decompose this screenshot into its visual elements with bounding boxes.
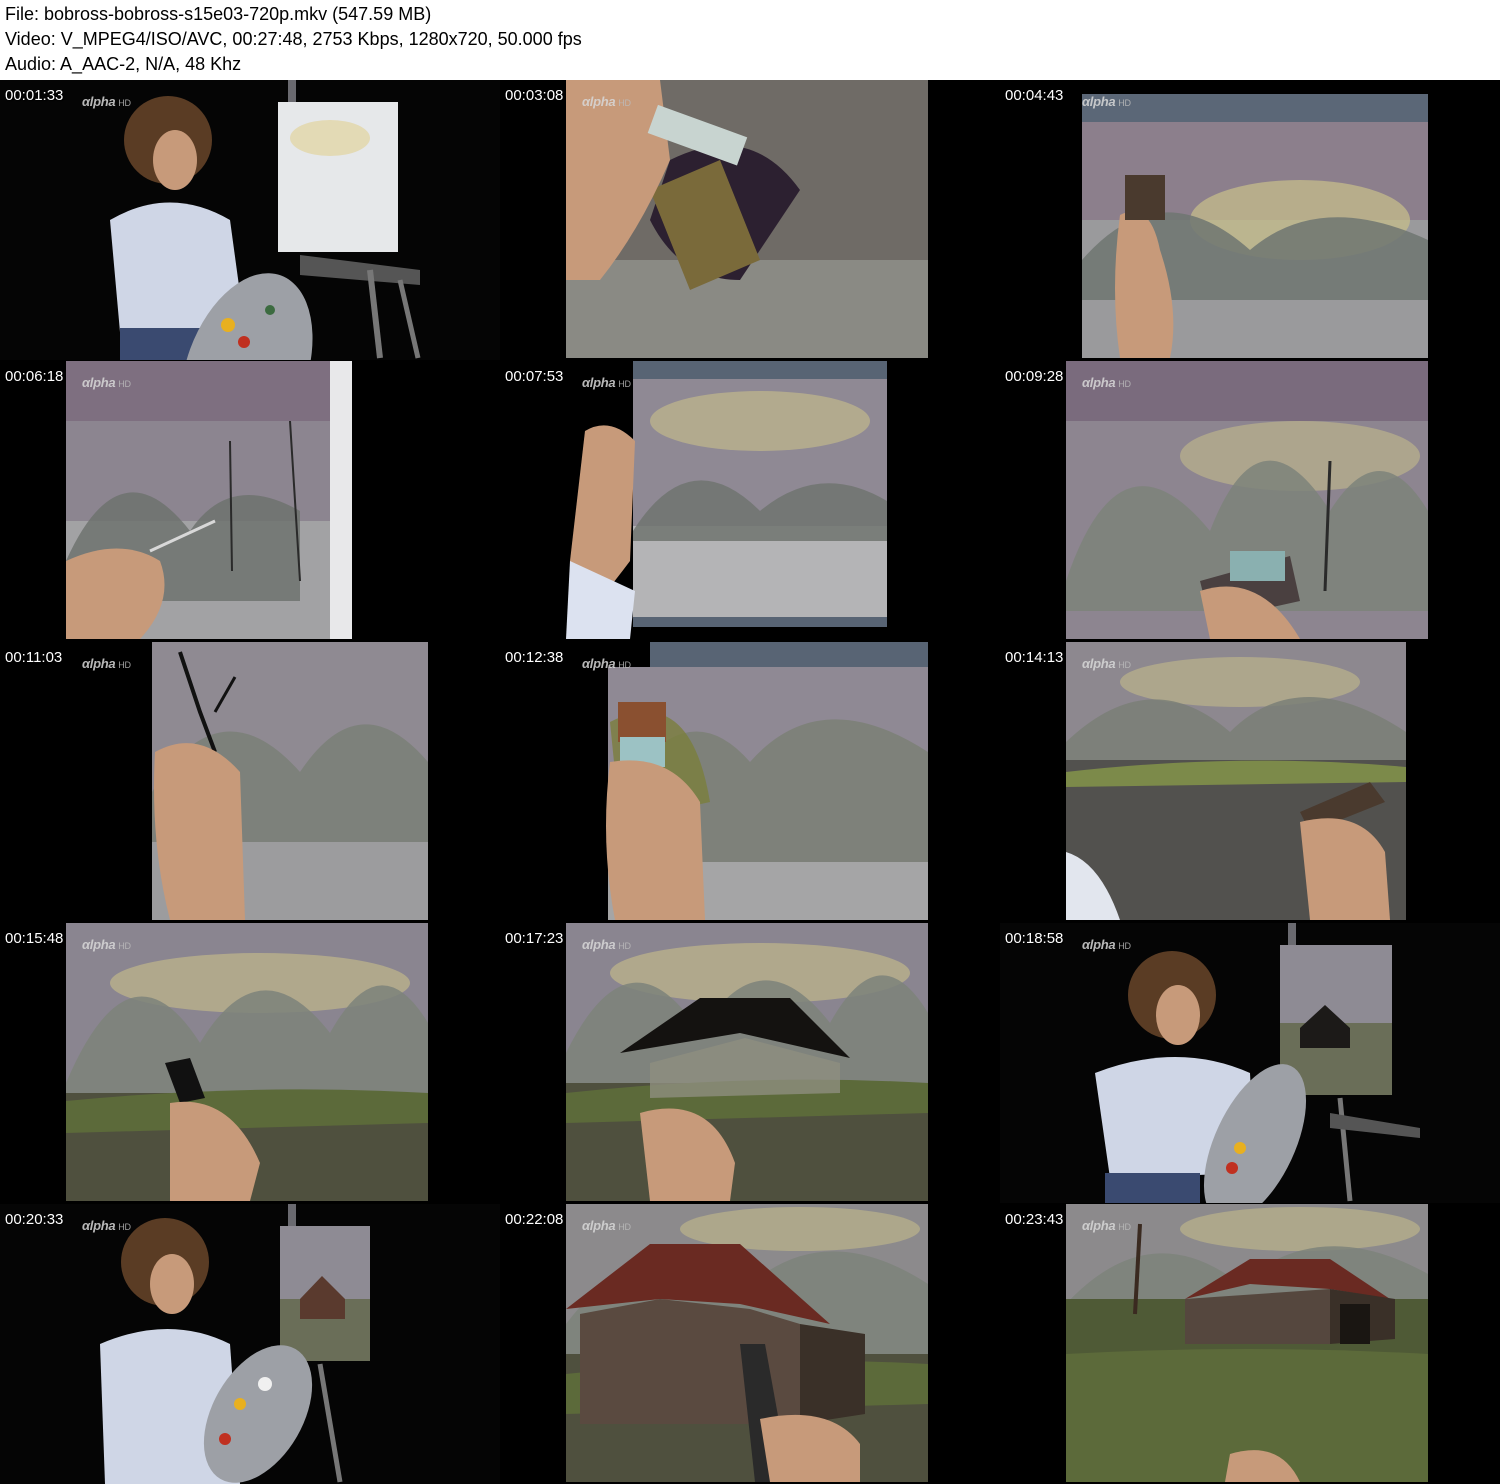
channel-logo-hd: HD [118, 660, 131, 670]
channel-logo-hd: HD [618, 660, 631, 670]
video-frame [500, 642, 1000, 922]
timestamp-label: 00:07:53 [505, 368, 564, 385]
timestamp-label: 00:12:38 [505, 649, 564, 666]
channel-logo: αlpha HD [1082, 94, 1131, 109]
timestamp-label: 00:20:33 [5, 1211, 64, 1228]
channel-logo-hd: HD [618, 941, 631, 951]
channel-logo-text: αlpha [582, 656, 616, 671]
channel-logo: αlpha HD [1082, 656, 1131, 671]
video-info: Video: V_MPEG4/ISO/AVC, 00:27:48, 2753 K… [5, 29, 582, 49]
video-frame [1000, 1204, 1500, 1484]
timestamp-label: 00:15:48 [5, 930, 64, 947]
channel-logo: αlpha HD [82, 94, 131, 109]
video-frame [500, 361, 1000, 641]
timestamp-label: 00:18:58 [1005, 930, 1064, 947]
thumbnail[interactable]: 00:07:53 αlpha HD [500, 361, 1000, 641]
channel-logo-text: αlpha [82, 94, 116, 109]
thumbnail-grid: 00:01:33 αlpha HD 00:03:08 αlpha HD 00:04:43… [0, 80, 1500, 1484]
timestamp-label: 00:03:08 [505, 87, 564, 104]
thumbnail[interactable]: 00:03:08 αlpha HD [500, 80, 1000, 360]
timestamp-label: 00:23:43 [1005, 1211, 1064, 1228]
video-frame [0, 1204, 500, 1484]
channel-logo-hd: HD [618, 1222, 631, 1232]
channel-logo-hd: HD [118, 1222, 131, 1232]
channel-logo-text: αlpha [82, 375, 116, 390]
video-frame [1000, 923, 1500, 1203]
timestamp-label: 00:11:03 [5, 649, 63, 666]
channel-logo: αlpha HD [1082, 1218, 1131, 1233]
channel-logo-hd: HD [118, 941, 131, 951]
info-header: File: bobross-bobross-s15e03-720p.mkv (5… [0, 0, 1500, 80]
channel-logo: αlpha HD [1082, 937, 1131, 952]
thumbnail[interactable]: 00:01:33 αlpha HD [0, 80, 500, 360]
timestamp-label: 00:06:18 [5, 368, 64, 385]
channel-logo: αlpha HD [582, 375, 631, 390]
thumbnail[interactable]: 00:17:23 αlpha HD [500, 923, 1000, 1203]
thumbnail[interactable]: 00:06:18 αlpha HD [0, 361, 500, 641]
channel-logo-hd: HD [1118, 941, 1131, 951]
timestamp-label: 00:09:28 [1005, 368, 1064, 385]
timestamp-label: 00:01:33 [5, 87, 64, 104]
channel-logo-text: αlpha [82, 1218, 116, 1233]
video-frame [1000, 361, 1500, 641]
channel-logo-text: αlpha [582, 94, 616, 109]
thumbnail[interactable]: 00:22:08 αlpha HD [500, 1204, 1000, 1484]
channel-logo-text: αlpha [582, 1218, 616, 1233]
channel-logo-text: αlpha [82, 656, 116, 671]
video-frame [1000, 642, 1500, 922]
channel-logo: αlpha HD [582, 937, 631, 952]
video-frame [500, 80, 1000, 360]
channel-logo-text: αlpha [582, 937, 616, 952]
thumbnail[interactable]: 00:09:28 αlpha HD [1000, 361, 1500, 641]
timestamp-label: 00:22:08 [505, 1211, 564, 1228]
timestamp-label: 00:14:13 [1005, 649, 1064, 666]
channel-logo-text: αlpha [1082, 94, 1116, 109]
channel-logo-hd: HD [1118, 379, 1131, 389]
channel-logo-hd: HD [118, 379, 131, 389]
channel-logo: αlpha HD [582, 94, 631, 109]
channel-logo: αlpha HD [82, 1218, 131, 1233]
thumbnail[interactable]: 00:04:43 αlpha HD [1000, 80, 1500, 360]
timestamp-label: 00:17:23 [505, 930, 564, 947]
thumbnail[interactable]: 00:14:13 αlpha HD [1000, 642, 1500, 922]
audio-info: Audio: A_AAC-2, N/A, 48 Khz [5, 54, 242, 74]
channel-logo-text: αlpha [1082, 1218, 1116, 1233]
channel-logo-hd: HD [1118, 660, 1131, 670]
channel-logo: αlpha HD [82, 656, 131, 671]
video-frame [0, 642, 500, 922]
video-frame [0, 80, 500, 360]
channel-logo-text: αlpha [1082, 937, 1116, 952]
channel-logo: αlpha HD [582, 656, 631, 671]
channel-logo: αlpha HD [82, 937, 131, 952]
channel-logo-text: αlpha [1082, 375, 1116, 390]
channel-logo: αlpha HD [1082, 375, 1131, 390]
channel-logo-text: αlpha [582, 375, 616, 390]
video-frame [500, 1204, 1000, 1484]
thumbnail[interactable]: 00:11:03 αlpha HD [0, 642, 500, 922]
timestamp-label: 00:04:43 [1005, 87, 1064, 104]
video-frame [500, 923, 1000, 1203]
thumbnail[interactable]: 00:23:43 αlpha HD [1000, 1204, 1500, 1484]
channel-logo-text: αlpha [82, 937, 116, 952]
channel-logo-hd: HD [1118, 1222, 1131, 1232]
thumbnail[interactable]: 00:12:38 αlpha HD [500, 642, 1000, 922]
video-frame [0, 361, 500, 641]
channel-logo: αlpha HD [582, 1218, 631, 1233]
channel-logo-hd: HD [618, 379, 631, 389]
video-frame [0, 923, 500, 1203]
thumbnail[interactable]: 00:18:58 αlpha HD [1000, 923, 1500, 1203]
channel-logo-hd: HD [618, 98, 631, 108]
channel-logo-hd: HD [118, 98, 131, 108]
thumbnail[interactable]: 00:20:33 αlpha HD [0, 1204, 500, 1484]
channel-logo-hd: HD [1118, 98, 1131, 108]
thumbnail[interactable]: 00:15:48 αlpha HD [0, 923, 500, 1203]
channel-logo-text: αlpha [1082, 656, 1116, 671]
file-info: File: bobross-bobross-s15e03-720p.mkv (5… [5, 4, 432, 24]
channel-logo: αlpha HD [82, 375, 131, 390]
video-frame [1000, 80, 1500, 360]
